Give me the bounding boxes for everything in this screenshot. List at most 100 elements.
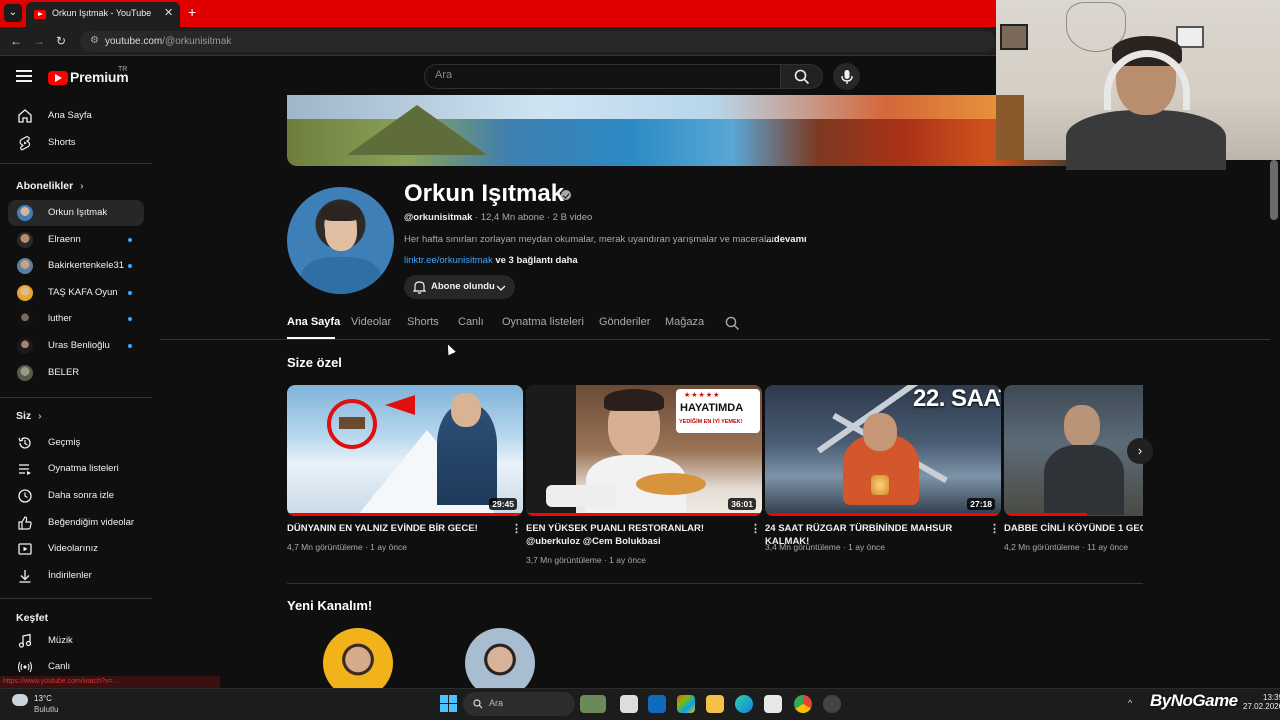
windows-start-icon[interactable] xyxy=(440,695,457,712)
forward-icon[interactable]: → xyxy=(33,34,45,48)
webcam-overlay xyxy=(996,0,1280,170)
channel-description[interactable]: Her hafta sınırları zorlayan meydan okum… xyxy=(404,234,774,245)
search-button[interactable] xyxy=(781,64,823,89)
tab-home[interactable]: Ana Sayfa xyxy=(287,316,340,328)
subscribed-button[interactable]: Abone olundu xyxy=(404,275,515,299)
sidebar-item-playlists[interactable]: Oynatma listeleri xyxy=(8,456,144,482)
chevron-down-icon xyxy=(496,285,506,291)
weather-condition[interactable]: Bulutlu xyxy=(34,705,58,714)
file-explorer-icon[interactable] xyxy=(706,695,724,713)
description-more-link[interactable]: ...devamı xyxy=(766,234,807,245)
search-input[interactable] xyxy=(435,69,765,81)
browser-tab[interactable]: Orkun Işıtmak - YouTube ✕ xyxy=(26,2,180,27)
taskbar-search[interactable]: Ara xyxy=(463,692,575,716)
sidebar-item-bakirkertenkele31[interactable]: Bakirkertenkele31 xyxy=(8,253,144,279)
video-thumbnail[interactable]: ★★★★★ HAYATIMDA YEDİĞİM EN İYİ YEMEK! 36… xyxy=(526,385,762,516)
video-title[interactable]: DÜNYANIN EN YALNIZ EVİNDE BİR GECE! xyxy=(287,522,512,535)
more-links[interactable]: ve 3 bağlantı daha xyxy=(493,255,577,266)
channel-link[interactable]: linktr.ee/orkunisitmak xyxy=(404,255,493,266)
tab-store[interactable]: Mağaza xyxy=(665,316,704,328)
reload-icon[interactable]: ↻ xyxy=(56,34,66,48)
video-title[interactable]: DABBE CİNLİ KÖYÜNDE 1 GECE | I xyxy=(1004,522,1143,535)
channel-avatar xyxy=(17,311,33,327)
video-menu-icon[interactable]: ⋮ xyxy=(750,522,761,535)
channel-search-icon[interactable] xyxy=(725,316,740,331)
video-thumbnail[interactable]: 22. SAAT 27:18 xyxy=(765,385,1001,516)
widgets-icon[interactable] xyxy=(580,695,606,713)
outlook-icon[interactable] xyxy=(648,695,666,713)
tab-live[interactable]: Canlı xyxy=(458,316,484,328)
video-age: 11 ay önce xyxy=(1087,542,1129,552)
your-videos-icon xyxy=(18,543,32,555)
site-info-icon[interactable]: ⚙ xyxy=(90,35,99,46)
subscriptions-header[interactable]: Abonelikler › xyxy=(16,180,84,192)
tab-close-icon[interactable]: ✕ xyxy=(164,6,173,19)
sidebar-item-tas-kafa-oyun[interactable]: TAŞ KAFA Oyun xyxy=(8,280,144,306)
tab-videos[interactable]: Videolar xyxy=(351,316,391,328)
sidebar-item-your-videos[interactable]: Videolarınız xyxy=(8,536,144,562)
page-scrollbar[interactable] xyxy=(1270,160,1278,220)
sidebar-item-liked-videos[interactable]: Beğendiğim videolar xyxy=(8,510,144,536)
sidebar-item-beler[interactable]: BELER xyxy=(8,360,144,386)
video-duration: 29:45 xyxy=(489,498,517,510)
voice-search-button[interactable] xyxy=(833,63,860,90)
sidebar-item-elraenn[interactable]: Elraenn xyxy=(8,227,144,253)
sidebar-item-label: luther xyxy=(48,313,72,324)
tab-search-menu-icon[interactable]: ⌄ xyxy=(4,4,22,22)
sidebar-item-music[interactable]: Müzik xyxy=(8,628,144,654)
video-thumbnail[interactable] xyxy=(1004,385,1143,516)
copilot-icon[interactable] xyxy=(677,695,695,713)
weather-temperature[interactable]: 13°C xyxy=(34,694,52,703)
video-menu-icon[interactable]: ⋮ xyxy=(989,522,1000,535)
tab-posts[interactable]: Gönderiler xyxy=(599,316,650,328)
channel-avatar-large[interactable] xyxy=(287,187,394,294)
tab-shorts[interactable]: Shorts xyxy=(407,316,439,328)
obs-icon[interactable] xyxy=(823,695,841,713)
sidebar-item-label: Uras Benlioğlu xyxy=(48,340,110,351)
task-view-icon[interactable] xyxy=(620,695,638,713)
thumb-badge-subtext: YEDİĞİM EN İYİ YEMEK! xyxy=(679,419,743,425)
new-tab-button[interactable]: + xyxy=(188,4,196,20)
thumb-face xyxy=(863,413,897,451)
wall-shelf xyxy=(1176,26,1204,48)
status-url: https://www.youtube.com/watch?v=... xyxy=(0,676,220,688)
new-content-dot xyxy=(128,344,132,348)
tray-overflow-icon[interactable]: ^ xyxy=(1128,698,1132,708)
back-icon[interactable]: ← xyxy=(10,34,22,48)
bell-icon xyxy=(413,281,426,294)
search-box[interactable] xyxy=(424,64,781,89)
weather-cloud-icon[interactable] xyxy=(12,694,28,706)
sidebar-item-label: Geçmiş xyxy=(48,437,81,448)
edge-icon[interactable] xyxy=(735,695,753,713)
sidebar-item-label: Shorts xyxy=(48,137,76,148)
channel-avatar xyxy=(17,232,33,248)
subscribed-label: Abone olundu xyxy=(431,281,495,292)
video-views: 4,7 Mn görüntüleme xyxy=(287,542,363,552)
you-header[interactable]: Siz › xyxy=(16,410,42,422)
youtube-favicon-icon xyxy=(34,10,46,19)
sidebar-item-history[interactable]: Geçmiş xyxy=(8,430,144,456)
carousel-next-button[interactable]: › xyxy=(1127,438,1153,464)
sidebar-item-home[interactable]: Ana Sayfa xyxy=(8,103,144,129)
sidebar-divider xyxy=(0,598,152,599)
sidebar-item-downloads[interactable]: İndirilenler xyxy=(8,563,144,589)
guide-menu-icon[interactable] xyxy=(16,70,32,82)
tab-playlists[interactable]: Oynatma listeleri xyxy=(502,316,584,328)
video-menu-icon[interactable]: ⋮ xyxy=(511,522,522,535)
sidebar-item-watch-later[interactable]: Daha sonra izle xyxy=(8,483,144,509)
url-field[interactable]: ⚙ youtube.com/@orkunisitmak xyxy=(80,31,995,52)
sidebar-item-uras-benlioglu[interactable]: Uras Benlioğlu xyxy=(8,333,144,359)
sidebar-item-orkun-isitmak[interactable]: Orkun Işıtmak xyxy=(8,200,144,226)
section-title-for-you: Size özel xyxy=(287,355,342,370)
store-icon[interactable] xyxy=(764,695,782,713)
sidebar-item-shorts[interactable]: Shorts xyxy=(8,130,144,156)
chrome-icon[interactable] xyxy=(794,695,812,713)
video-thumbnail[interactable]: 29:45 xyxy=(287,385,523,516)
watch-progress-bar xyxy=(287,513,523,516)
live-icon xyxy=(17,661,33,673)
video-title[interactable]: EEN YÜKSEK PUANLI RESTORANLAR! @uberkulo… xyxy=(526,522,751,548)
channel-handle: @orkunisitmak xyxy=(404,212,473,223)
taskbar-clock[interactable]: 13:3927.02.2026 xyxy=(1243,693,1280,711)
thumb-pizza xyxy=(636,473,706,495)
sidebar-item-luther[interactable]: luther xyxy=(8,306,144,332)
